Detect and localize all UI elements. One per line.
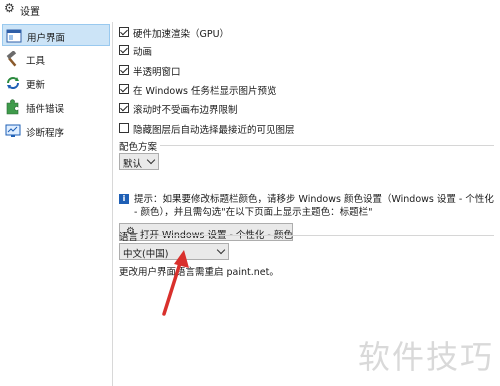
sidebar-item-updates[interactable]: 更新 [2, 72, 110, 94]
language-restart-note: 更改用户界面语言需重启 paint.net。 [119, 267, 279, 278]
hammer-icon [6, 51, 17, 67]
option-label: 在 Windows 任务栏显示图片预览 [133, 86, 277, 97]
gear-icon: ⚙ [4, 1, 15, 15]
info-icon: i [119, 194, 129, 204]
sidebar-item-label: 插件错误 [26, 104, 65, 115]
select-value: 默认 [123, 159, 143, 170]
option-label: 半透明窗口 [133, 67, 181, 78]
settings-panel: 硬件加速渲染（GPU） 动画 半透明窗口 在 Windows 任务栏显示图片预览… [116, 18, 500, 386]
sidebar-item-diagnostics[interactable]: 诊断程序 [2, 120, 110, 142]
color-scheme-select[interactable]: 默认 [119, 153, 159, 170]
monitor-icon [5, 124, 21, 137]
annotation-arrow [162, 250, 189, 316]
sidebar-item-label: 更新 [26, 80, 46, 91]
sidebar: 用户界面 工具 更新 插件错误 诊断程序 [0, 22, 113, 386]
window-title: 设置 [20, 7, 40, 18]
window-icon [6, 29, 22, 43]
button-label: 打开 Windows 设置 - 个性化 - 颜色 [140, 227, 293, 241]
option-label: 滚动时不受画布边界限制 [133, 105, 238, 116]
title-bar: ⚙ 设置 [0, 0, 500, 18]
sidebar-item-tools[interactable]: 工具 [2, 48, 110, 70]
divider [144, 235, 494, 236]
sidebar-item-label: 诊断程序 [26, 128, 65, 139]
sidebar-item-plugin-errors[interactable]: 插件错误 [2, 96, 110, 118]
color-scheme-hint: 提示：如果要修改标题栏颜色，请移步 Windows 颜色设置（Windows 设… [134, 194, 494, 218]
refresh-icon [7, 77, 19, 89]
sidebar-item-label: 工具 [26, 56, 46, 67]
checkbox[interactable] [119, 27, 129, 37]
sidebar-item-user-interface[interactable]: 用户界面 [2, 24, 110, 46]
sidebar-item-label: 用户界面 [27, 33, 66, 44]
option-label: 硬件加速渲染（GPU） [133, 29, 230, 40]
open-windows-color-settings-button[interactable]: ⚙ 打开 Windows 设置 - 个性化 - 颜色 [119, 223, 293, 241]
divider [160, 145, 494, 146]
chevron-down-icon [216, 245, 226, 255]
watermark: 软件技巧 [358, 338, 495, 376]
puzzle-icon [6, 99, 19, 115]
language-label: 语言 [119, 232, 139, 243]
checkbox[interactable] [119, 123, 129, 133]
option-label: 隐藏图层后自动选择最接近的可见图层 [133, 125, 295, 136]
option-label: 动画 [133, 47, 153, 58]
chevron-down-icon [146, 155, 156, 165]
color-scheme-label: 配色方案 [119, 142, 158, 153]
checkbox[interactable] [119, 45, 129, 55]
checkbox[interactable] [119, 103, 129, 113]
checkbox[interactable] [119, 84, 129, 94]
checkbox[interactable] [119, 65, 129, 75]
